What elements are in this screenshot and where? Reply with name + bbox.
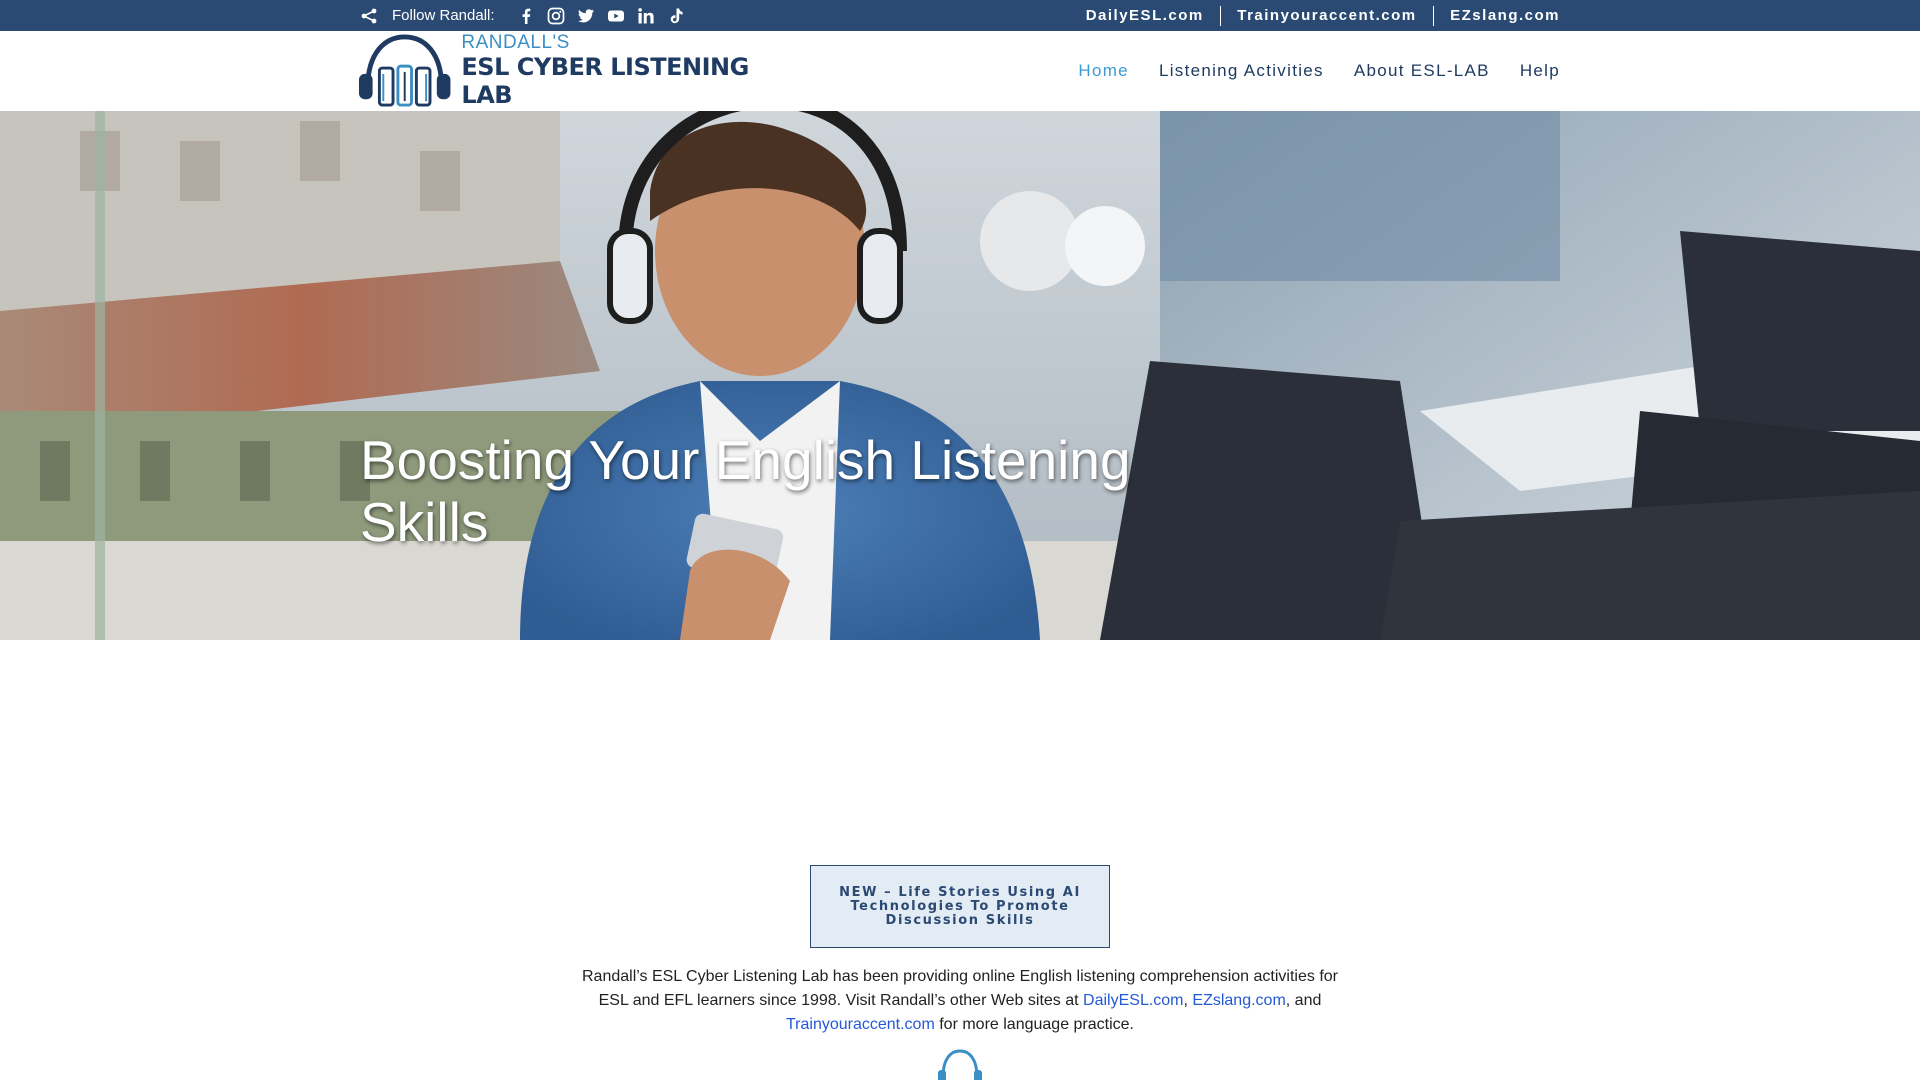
- nav-home[interactable]: Home: [1078, 61, 1129, 81]
- headphones-icon: [938, 1049, 982, 1080]
- dailyesl-inline-link[interactable]: DailyESL.com: [1083, 992, 1183, 1009]
- intro-text: for more language practice.: [934, 1016, 1134, 1033]
- logo-text: RANDALL'S ESL CYBER LISTENING LAB: [461, 32, 798, 110]
- facebook-icon[interactable]: [517, 7, 535, 25]
- life-stories-button[interactable]: NEW – Life Stories Using AI Technologies…: [810, 865, 1110, 948]
- linkedin-icon[interactable]: [637, 7, 655, 25]
- main-nav: Home Listening Activities About ESL-LAB …: [1078, 31, 1560, 111]
- life-stories-button-label: NEW – Life Stories Using AI Technologies…: [839, 884, 1081, 928]
- nav-help[interactable]: Help: [1520, 61, 1560, 81]
- hero-title: Boosting Your English Listening Skills: [360, 429, 1131, 553]
- trainyouraccent-inline-link[interactable]: Trainyouraccent.com: [786, 1016, 935, 1033]
- nav-listening-activities[interactable]: Listening Activities: [1159, 61, 1324, 81]
- partner-sites: DailyESL.com Trainyouraccent.com EZslang…: [1070, 0, 1560, 31]
- trainyouraccent-link[interactable]: Trainyouraccent.com: [1221, 7, 1432, 24]
- nav-about-esl-lab[interactable]: About ESL-LAB: [1354, 61, 1490, 81]
- hero-photo: [0, 111, 1920, 640]
- intro-text: , and: [1285, 992, 1322, 1009]
- social-links: [517, 7, 685, 25]
- share-icon[interactable]: [360, 7, 378, 25]
- headphones-books-logo-icon: [358, 34, 451, 107]
- site-logo[interactable]: RANDALL'S ESL CYBER LISTENING LAB: [358, 32, 798, 110]
- hero-banner: Boosting Your English Listening Skills: [0, 111, 1920, 640]
- site-header: RANDALL'S ESL CYBER LISTENING LAB Home L…: [0, 31, 1920, 111]
- youtube-icon[interactable]: [607, 7, 625, 25]
- logo-subtitle: RANDALL'S: [461, 32, 570, 53]
- follow-section: Follow Randall:: [360, 0, 685, 31]
- top-bar: Follow Randall: DailyESL.com Trainyourac…: [0, 0, 1920, 31]
- logo-title: ESL CYBER LISTENING LAB: [461, 53, 749, 109]
- instagram-icon[interactable]: [547, 7, 565, 25]
- ezslang-inline-link[interactable]: EZslang.com: [1192, 992, 1285, 1009]
- twitter-icon[interactable]: [577, 7, 595, 25]
- dailyesl-link[interactable]: DailyESL.com: [1070, 7, 1220, 24]
- follow-label: Follow Randall:: [392, 7, 495, 24]
- tiktok-icon[interactable]: [667, 7, 685, 25]
- intro-paragraph: Randall’s ESL Cyber Listening Lab has be…: [580, 965, 1340, 1037]
- ezslang-link[interactable]: EZslang.com: [1434, 7, 1560, 24]
